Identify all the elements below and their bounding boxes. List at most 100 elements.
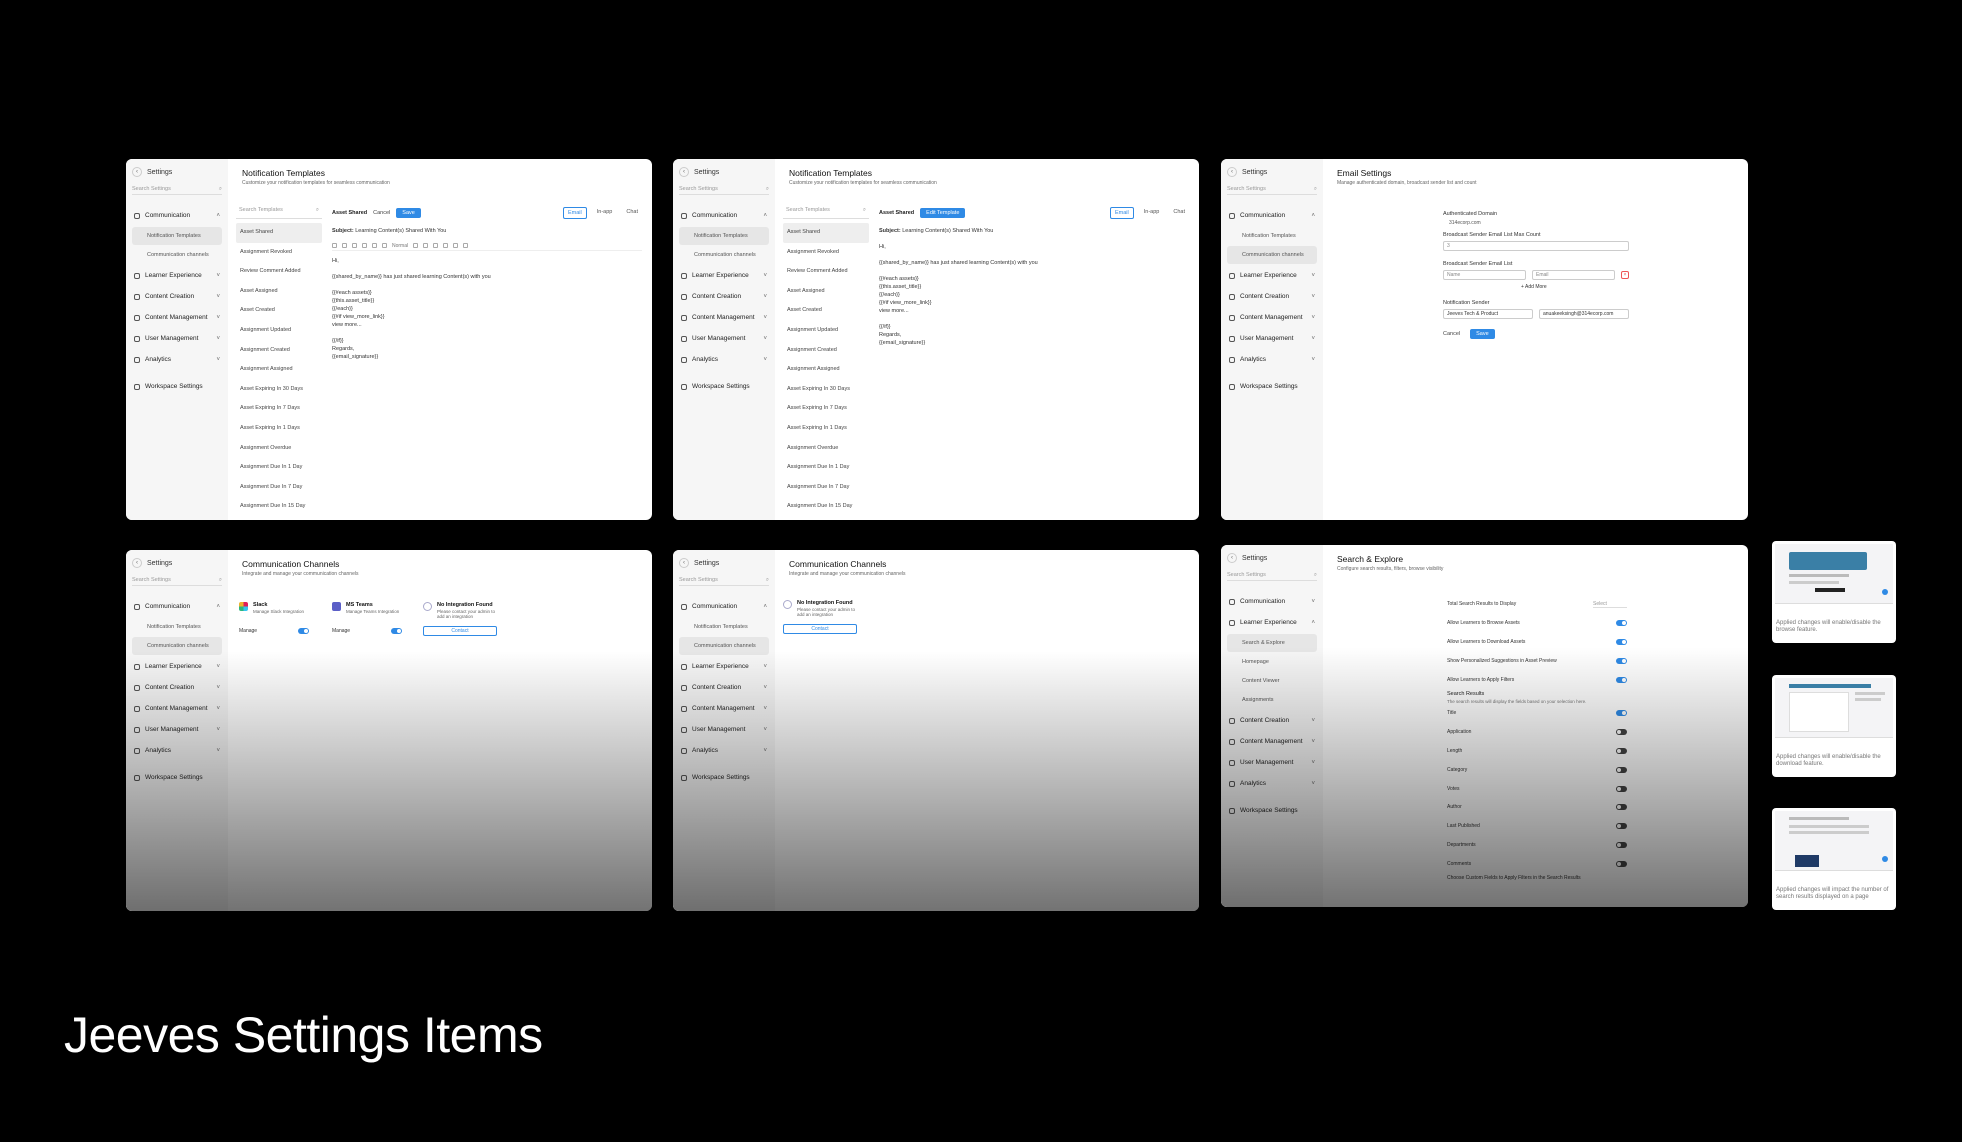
template-item[interactable]: Assignment Updated xyxy=(783,321,869,341)
sidebar-item-analytics[interactable]: Analytics ˅ xyxy=(1227,349,1317,370)
sidebar-item-workspace-settings[interactable]: Workspace Settings xyxy=(132,767,222,788)
slack-toggle[interactable] xyxy=(298,628,309,634)
template-item[interactable]: Asset Expiring In 1 Days xyxy=(236,419,322,439)
align-left-icon[interactable] xyxy=(443,243,449,248)
sidebar-sub-communication-channels[interactable]: Communication channels xyxy=(679,637,769,655)
sidebar-item-user-management[interactable]: User Management ˅ xyxy=(1227,752,1317,773)
sidebar-sub-communication-channels[interactable]: Communication channels xyxy=(1227,246,1317,264)
sidebar-item-content-management[interactable]: Content Management ˅ xyxy=(679,307,769,328)
template-item[interactable]: Asset Expiring In 30 Days xyxy=(236,380,322,400)
sidebar-sub-homepage[interactable]: Homepage xyxy=(1227,653,1317,671)
format-select[interactable]: Normal xyxy=(392,243,408,249)
template-item[interactable]: Review Comment Added xyxy=(783,262,869,282)
cancel-button[interactable]: Cancel xyxy=(373,210,390,216)
back-icon[interactable]: ‹ xyxy=(1227,167,1237,177)
template-item[interactable]: Asset Assigned xyxy=(783,282,869,302)
tab-in-app[interactable]: In-app xyxy=(593,207,617,219)
delete-icon[interactable]: × xyxy=(1621,271,1629,279)
sidebar-item-analytics[interactable]: Analytics ˅ xyxy=(132,740,222,761)
sidebar-item-workspace-settings[interactable]: Workspace Settings xyxy=(132,376,222,397)
sidebar-sub-notification-templates[interactable]: Notification Templates xyxy=(132,227,222,245)
sidebar-sub-communication-channels[interactable]: Communication channels xyxy=(132,246,222,264)
sidebar-item-workspace-settings[interactable]: Workspace Settings xyxy=(1227,376,1317,397)
field-toggle[interactable] xyxy=(1616,804,1627,811)
undo-icon[interactable] xyxy=(332,243,337,248)
sidebar-sub-notification-templates[interactable]: Notification Templates xyxy=(679,618,769,636)
template-item[interactable]: Assignment Assigned xyxy=(236,360,322,380)
sidebar-item-content-creation[interactable]: Content Creation ˅ xyxy=(679,677,769,698)
template-item[interactable]: Asset Expiring In 7 Days xyxy=(783,399,869,419)
teams-toggle[interactable] xyxy=(391,628,402,634)
sidebar-sub-search-explore[interactable]: Search & Explore xyxy=(1227,634,1317,652)
template-item[interactable]: Assignment Due In 7 Day xyxy=(783,478,869,498)
sidebar-item-communication[interactable]: Communication ˄ xyxy=(679,205,769,226)
sidebar-item-content-creation[interactable]: Content Creation ˅ xyxy=(132,677,222,698)
template-item[interactable]: Assignment Due In 7 Day xyxy=(236,478,322,498)
sidebar-item-analytics[interactable]: Analytics ˅ xyxy=(679,740,769,761)
sidebar-search-input[interactable]: Search Settings ⌕ xyxy=(679,184,769,195)
sidebar-item-communication[interactable]: Communication ˄ xyxy=(132,596,222,617)
template-item[interactable]: Asset Assigned xyxy=(236,282,322,302)
sidebar-item-user-management[interactable]: User Management ˅ xyxy=(679,328,769,349)
contact-button[interactable]: Contact xyxy=(783,624,857,634)
sidebar-item-learner-experience[interactable]: Learner Experience ˄ xyxy=(1227,612,1317,633)
sidebar-item-content-creation[interactable]: Content Creation ˅ xyxy=(132,286,222,307)
notification-sender-email[interactable]: anuakeeksingh@314ecorp.com xyxy=(1539,309,1629,319)
align-center-icon[interactable] xyxy=(453,243,459,248)
add-more-button[interactable]: + Add More xyxy=(1521,284,1629,290)
sidebar-item-content-creation[interactable]: Content Creation ˅ xyxy=(1227,286,1317,307)
template-item[interactable]: Assignment Updated xyxy=(236,321,322,341)
template-item[interactable]: Assignment Created xyxy=(783,341,869,361)
template-item[interactable]: Assignment Revoked xyxy=(783,243,869,263)
total-results-select[interactable]: Select xyxy=(1593,601,1627,608)
field-toggle[interactable] xyxy=(1616,860,1627,867)
template-item[interactable]: Assignment Revoked xyxy=(236,243,322,263)
sidebar-search-input[interactable]: Search Settings ⌕ xyxy=(132,575,222,586)
sidebar-search-input[interactable]: Search Settings ⌕ xyxy=(1227,570,1317,581)
sidebar-item-communication[interactable]: Communication ˄ xyxy=(679,596,769,617)
back-icon[interactable]: ‹ xyxy=(679,558,689,568)
tab-in-app[interactable]: In-app xyxy=(1140,207,1164,219)
notification-sender-name[interactable]: Jeeves Tech & Product xyxy=(1443,309,1533,319)
sidebar-sub-notification-templates[interactable]: Notification Templates xyxy=(1227,227,1317,245)
tab-email[interactable]: Email xyxy=(563,207,587,219)
template-item[interactable]: Assignment Due In 1 Day xyxy=(783,458,869,478)
max-count-input[interactable]: 3 xyxy=(1443,241,1629,251)
sidebar-item-workspace-settings[interactable]: Workspace Settings xyxy=(679,376,769,397)
template-item[interactable]: Assignment Due In 15 Day xyxy=(236,497,322,517)
tab-chat[interactable]: Chat xyxy=(1169,207,1189,219)
template-item[interactable]: Review Comment Added xyxy=(236,262,322,282)
template-item[interactable]: Assignment Overdue xyxy=(236,439,322,459)
sidebar-item-analytics[interactable]: Analytics ˅ xyxy=(132,349,222,370)
edit-template-button[interactable]: Edit Template xyxy=(920,208,966,218)
template-item[interactable]: Asset Expiring In 1 Days xyxy=(783,419,869,439)
sidebar-item-workspace-settings[interactable]: Workspace Settings xyxy=(679,767,769,788)
field-toggle[interactable] xyxy=(1616,823,1627,830)
sidebar-item-content-management[interactable]: Content Management ˅ xyxy=(1227,731,1317,752)
template-item[interactable]: Assignment Due In 1 Day xyxy=(236,458,322,478)
sidebar-sub-content-viewer[interactable]: Content Viewer xyxy=(1227,672,1317,690)
template-item[interactable]: Asset Shared xyxy=(783,223,869,243)
browse-assets-toggle[interactable] xyxy=(1616,620,1627,627)
sidebar-item-workspace-settings[interactable]: Workspace Settings xyxy=(1227,800,1317,821)
link-icon[interactable] xyxy=(433,243,439,248)
sidebar-sub-notification-templates[interactable]: Notification Templates xyxy=(132,618,222,636)
sidebar-item-communication[interactable]: Communication ˄ xyxy=(132,205,222,226)
sidebar-item-learner-experience[interactable]: Learner Experience ˅ xyxy=(679,656,769,677)
field-toggle[interactable] xyxy=(1616,729,1627,736)
download-assets-toggle[interactable] xyxy=(1616,638,1627,645)
template-search-input[interactable]: Search Templates ⌕ xyxy=(783,207,869,219)
template-item[interactable]: Asset Expiring In 30 Days xyxy=(783,380,869,400)
template-item[interactable]: Assignment Due In 15 Day xyxy=(783,497,869,517)
italic-icon[interactable] xyxy=(362,243,367,248)
contact-button[interactable]: Contact xyxy=(423,626,497,636)
sidebar-item-user-management[interactable]: User Management ˅ xyxy=(679,719,769,740)
sidebar-item-content-creation[interactable]: Content Creation ˅ xyxy=(679,286,769,307)
field-toggle[interactable] xyxy=(1616,785,1627,792)
template-item[interactable]: Asset Created xyxy=(783,301,869,321)
sidebar-item-content-management[interactable]: Content Management ˅ xyxy=(132,307,222,328)
sender-name-input[interactable]: Name xyxy=(1443,270,1526,280)
sidebar-item-communication[interactable]: Communication ˅ xyxy=(1227,591,1317,612)
template-item[interactable]: Asset Created xyxy=(236,301,322,321)
sidebar-item-communication[interactable]: Communication ˄ xyxy=(1227,205,1317,226)
